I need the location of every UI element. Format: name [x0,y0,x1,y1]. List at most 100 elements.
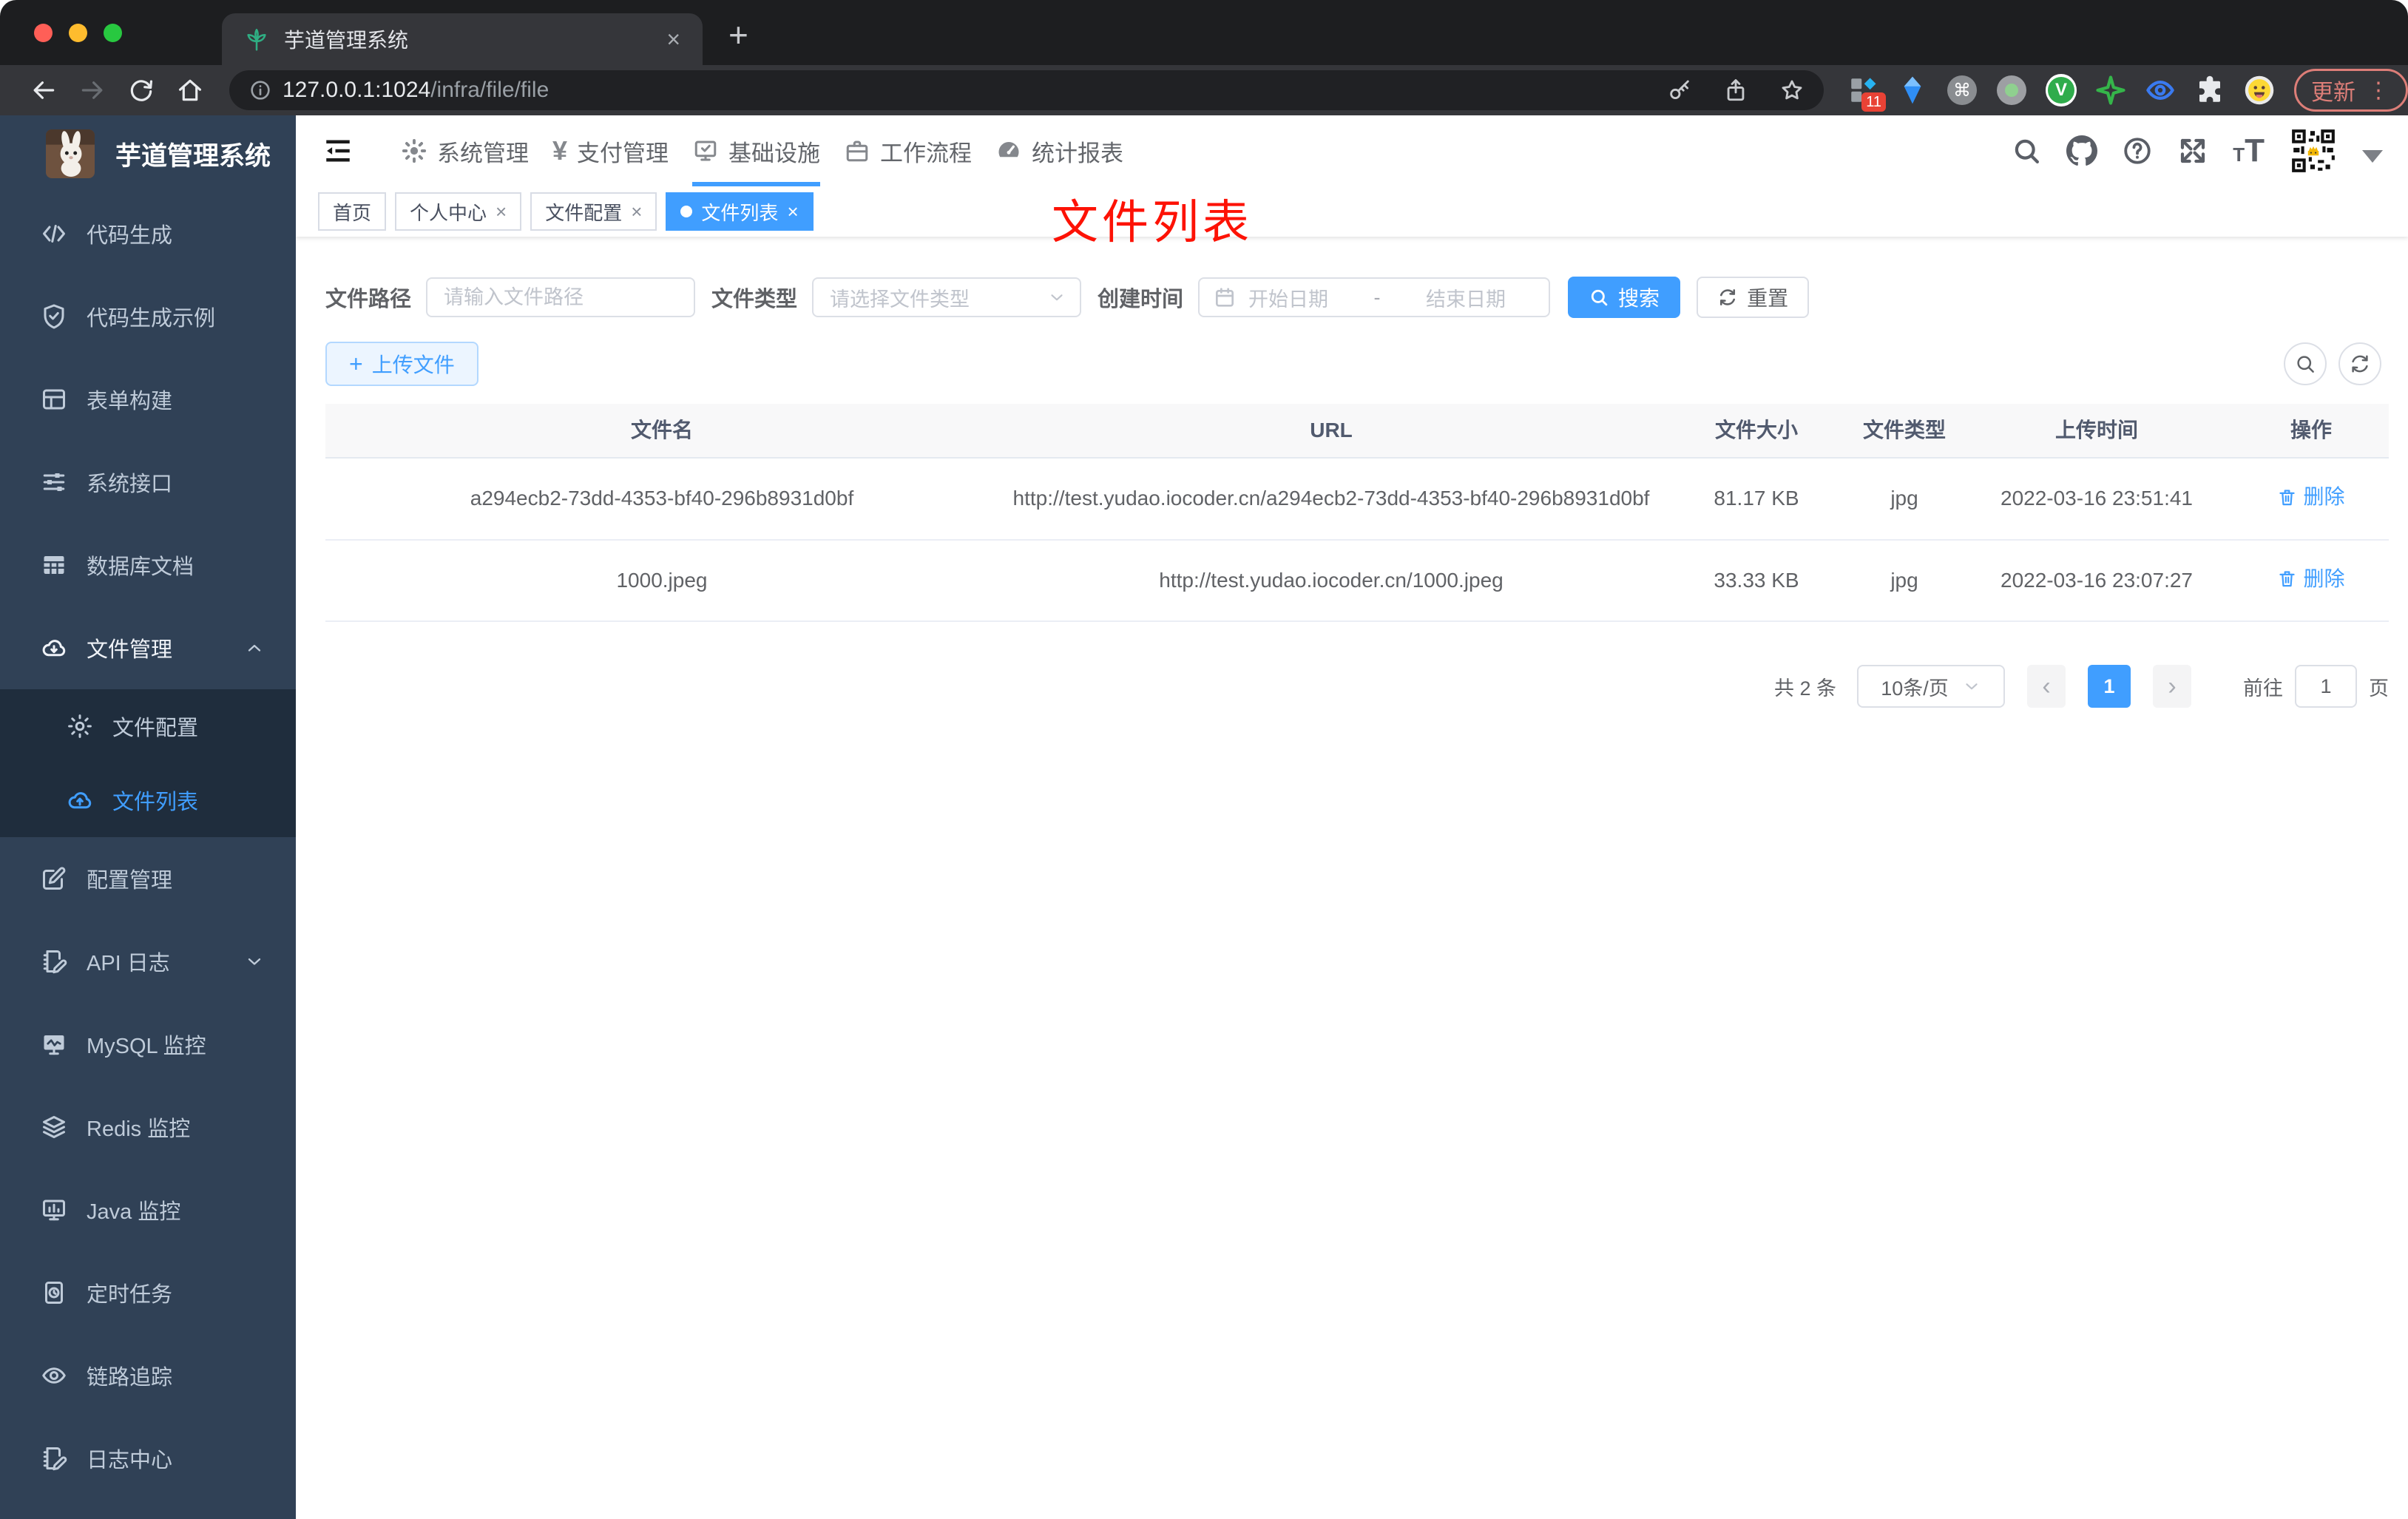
sidebar-item-file-management[interactable]: 文件管理 [0,606,296,689]
upload-file-button[interactable]: + 上传文件 [325,342,478,386]
sidebar-item-code-demo[interactable]: 代码生成示例 [0,275,296,358]
filter-date-group: 创建时间 开始日期 - 结束日期 [1098,277,1551,317]
avatar-caret-icon[interactable] [2362,149,2383,163]
extension-emoji-icon[interactable] [2244,75,2275,106]
cell-actions: 删除 [2233,541,2389,621]
sidebar-item-system-api[interactable]: 系统接口 [0,441,296,524]
topnav-item-reports[interactable]: 统计报表 [984,115,1135,186]
tag-file-config[interactable]: 文件配置 × [530,192,657,231]
url-bar[interactable]: 127.0.0.1:1024/infra/file/file [229,70,1824,110]
help-icon[interactable] [2122,135,2153,166]
browser-menu-icon[interactable]: ⋮ [2367,78,2391,104]
delete-button[interactable]: 删除 [2277,481,2345,513]
tag-close-icon[interactable]: × [631,202,642,221]
col-header-url: URL [1310,419,1353,442]
table-row: a294ecb2-73dd-4353-bf40-296b8931d0bf htt… [325,459,2389,541]
search-button[interactable]: 搜索 [1568,277,1681,318]
search-icon[interactable] [2011,135,2042,166]
next-page-button[interactable]: › [2153,665,2191,708]
goto-page-input[interactable] [2295,665,2357,708]
gear-icon [67,713,93,740]
cell-url: http://test.yudao.iocoder.cn/a294ecb2-73… [1012,487,1650,510]
filter-form: 文件路径 文件类型 请选择文件类型 创建时间 开始日期 - 结束日期 [325,277,2408,318]
toggle-search-button[interactable] [2284,342,2327,385]
sidebar-item-api-log[interactable]: API 日志 [0,920,296,1003]
extension-badge: 11 [1861,92,1886,112]
avatar-qr-image[interactable] [2289,126,2338,175]
extension-eye-icon[interactable] [2145,75,2176,106]
close-window-button[interactable] [34,24,53,42]
monitor-bars-icon [41,1197,67,1223]
file-type-select[interactable]: 请选择文件类型 [812,277,1082,317]
zoom-window-button[interactable] [104,24,122,42]
password-key-icon[interactable] [1667,78,1692,103]
minimize-window-button[interactable] [69,24,87,42]
extensions-area: 11 ⌘ V [1847,74,2275,112]
extension-v-icon[interactable]: V [2046,74,2077,106]
reset-button[interactable]: 重置 [1697,277,1810,318]
sidebar-item-java-monitor[interactable]: Java 监控 [0,1168,296,1251]
sidebar-item-form-builder[interactable]: 表单构建 [0,358,296,441]
bookmark-star-icon[interactable] [1779,78,1805,103]
sidebar-item-config-management[interactable]: 配置管理 [0,837,296,920]
browser-update-button[interactable]: 更新 ⋮ [2294,69,2408,112]
extension-puzzle-icon[interactable] [2194,75,2225,106]
page-size-select[interactable]: 10条/页 [1857,665,2005,708]
sidebar-item-scheduled-tasks[interactable]: 定时任务 [0,1251,296,1334]
sidebar-item-redis-monitor[interactable]: Redis 监控 [0,1086,296,1168]
sidebar-item-log-center[interactable]: 日志中心 [0,1417,296,1500]
layers-icon [41,1114,67,1140]
reload-icon[interactable] [127,76,155,104]
site-info-icon[interactable] [248,78,272,102]
topnav-item-system[interactable]: 系统管理 [389,115,541,186]
home-icon[interactable] [176,76,204,104]
tag-profile[interactable]: 个人中心 × [395,192,522,231]
sidebar-item-code-gen[interactable]: 代码生成 [0,192,296,275]
extension-gray-dot-icon[interactable] [1996,75,2027,106]
start-date-placeholder[interactable]: 开始日期 [1248,283,1359,312]
app-title: 芋道管理系统 [115,141,271,171]
topnav-item-payment[interactable]: ¥ 支付管理 [541,115,680,186]
extension-balloon-icon[interactable] [1897,75,1928,106]
file-path-input[interactable] [426,277,696,317]
extension-command-icon[interactable]: ⌘ [1947,75,1978,106]
total-count-label: 共 2 条 [1773,677,1836,700]
log-doc-icon [41,948,67,975]
extension-star-icon[interactable] [2095,75,2126,106]
topnav-item-infrastructure[interactable]: 基础设施 [680,115,832,186]
tag-close-icon[interactable]: × [496,202,507,221]
delete-button[interactable]: 删除 [2277,563,2345,595]
fullscreen-icon[interactable] [2177,135,2208,166]
tag-home[interactable]: 首页 [318,192,387,231]
tab-close-icon[interactable]: × [666,27,680,51]
topnav-item-workflow[interactable]: 工作流程 [832,115,984,186]
sidebar-item-db-doc[interactable]: 数据库文档 [0,524,296,606]
col-header-filesize: 文件大小 [1714,419,1798,442]
date-range-picker[interactable]: 开始日期 - 结束日期 [1198,277,1551,317]
sidebar-fold-icon[interactable] [321,135,355,166]
refresh-table-button[interactable] [2338,342,2381,385]
filter-type-group: 文件类型 请选择文件类型 [711,277,1082,317]
tag-close-icon[interactable]: × [787,202,798,221]
end-date-placeholder[interactable]: 结束日期 [1395,283,1506,312]
sidebar-logo[interactable]: 芋道管理系统 [0,115,296,192]
url-path: /infra/file/file [430,78,549,102]
browser-tab[interactable]: 芋道管理系统 × [222,13,703,65]
edit-square-icon [41,865,67,892]
forward-icon[interactable] [78,76,106,104]
cell-filesize: 81.17 KB [1714,487,1799,510]
share-icon[interactable] [1723,78,1748,103]
sidebar-item-file-list[interactable]: 文件列表 [0,763,296,837]
font-size-icon[interactable]: TT [2233,134,2265,166]
col-header-uploadtime: 上传时间 [2054,419,2138,442]
github-icon[interactable] [2066,135,2098,166]
new-tab-button[interactable]: + [728,18,748,52]
sidebar-item-mysql-monitor[interactable]: MySQL 监控 [0,1003,296,1086]
back-icon[interactable] [30,76,58,104]
prev-page-button[interactable]: ‹ [2027,665,2066,708]
tag-file-list[interactable]: 文件列表 × [666,192,814,231]
page-number-button[interactable]: 1 [2088,665,2131,708]
sidebar-item-tracing[interactable]: 链路追踪 [0,1334,296,1417]
extension-grid-icon[interactable]: 11 [1847,75,1886,112]
sidebar-item-file-config[interactable]: 文件配置 [0,689,296,763]
